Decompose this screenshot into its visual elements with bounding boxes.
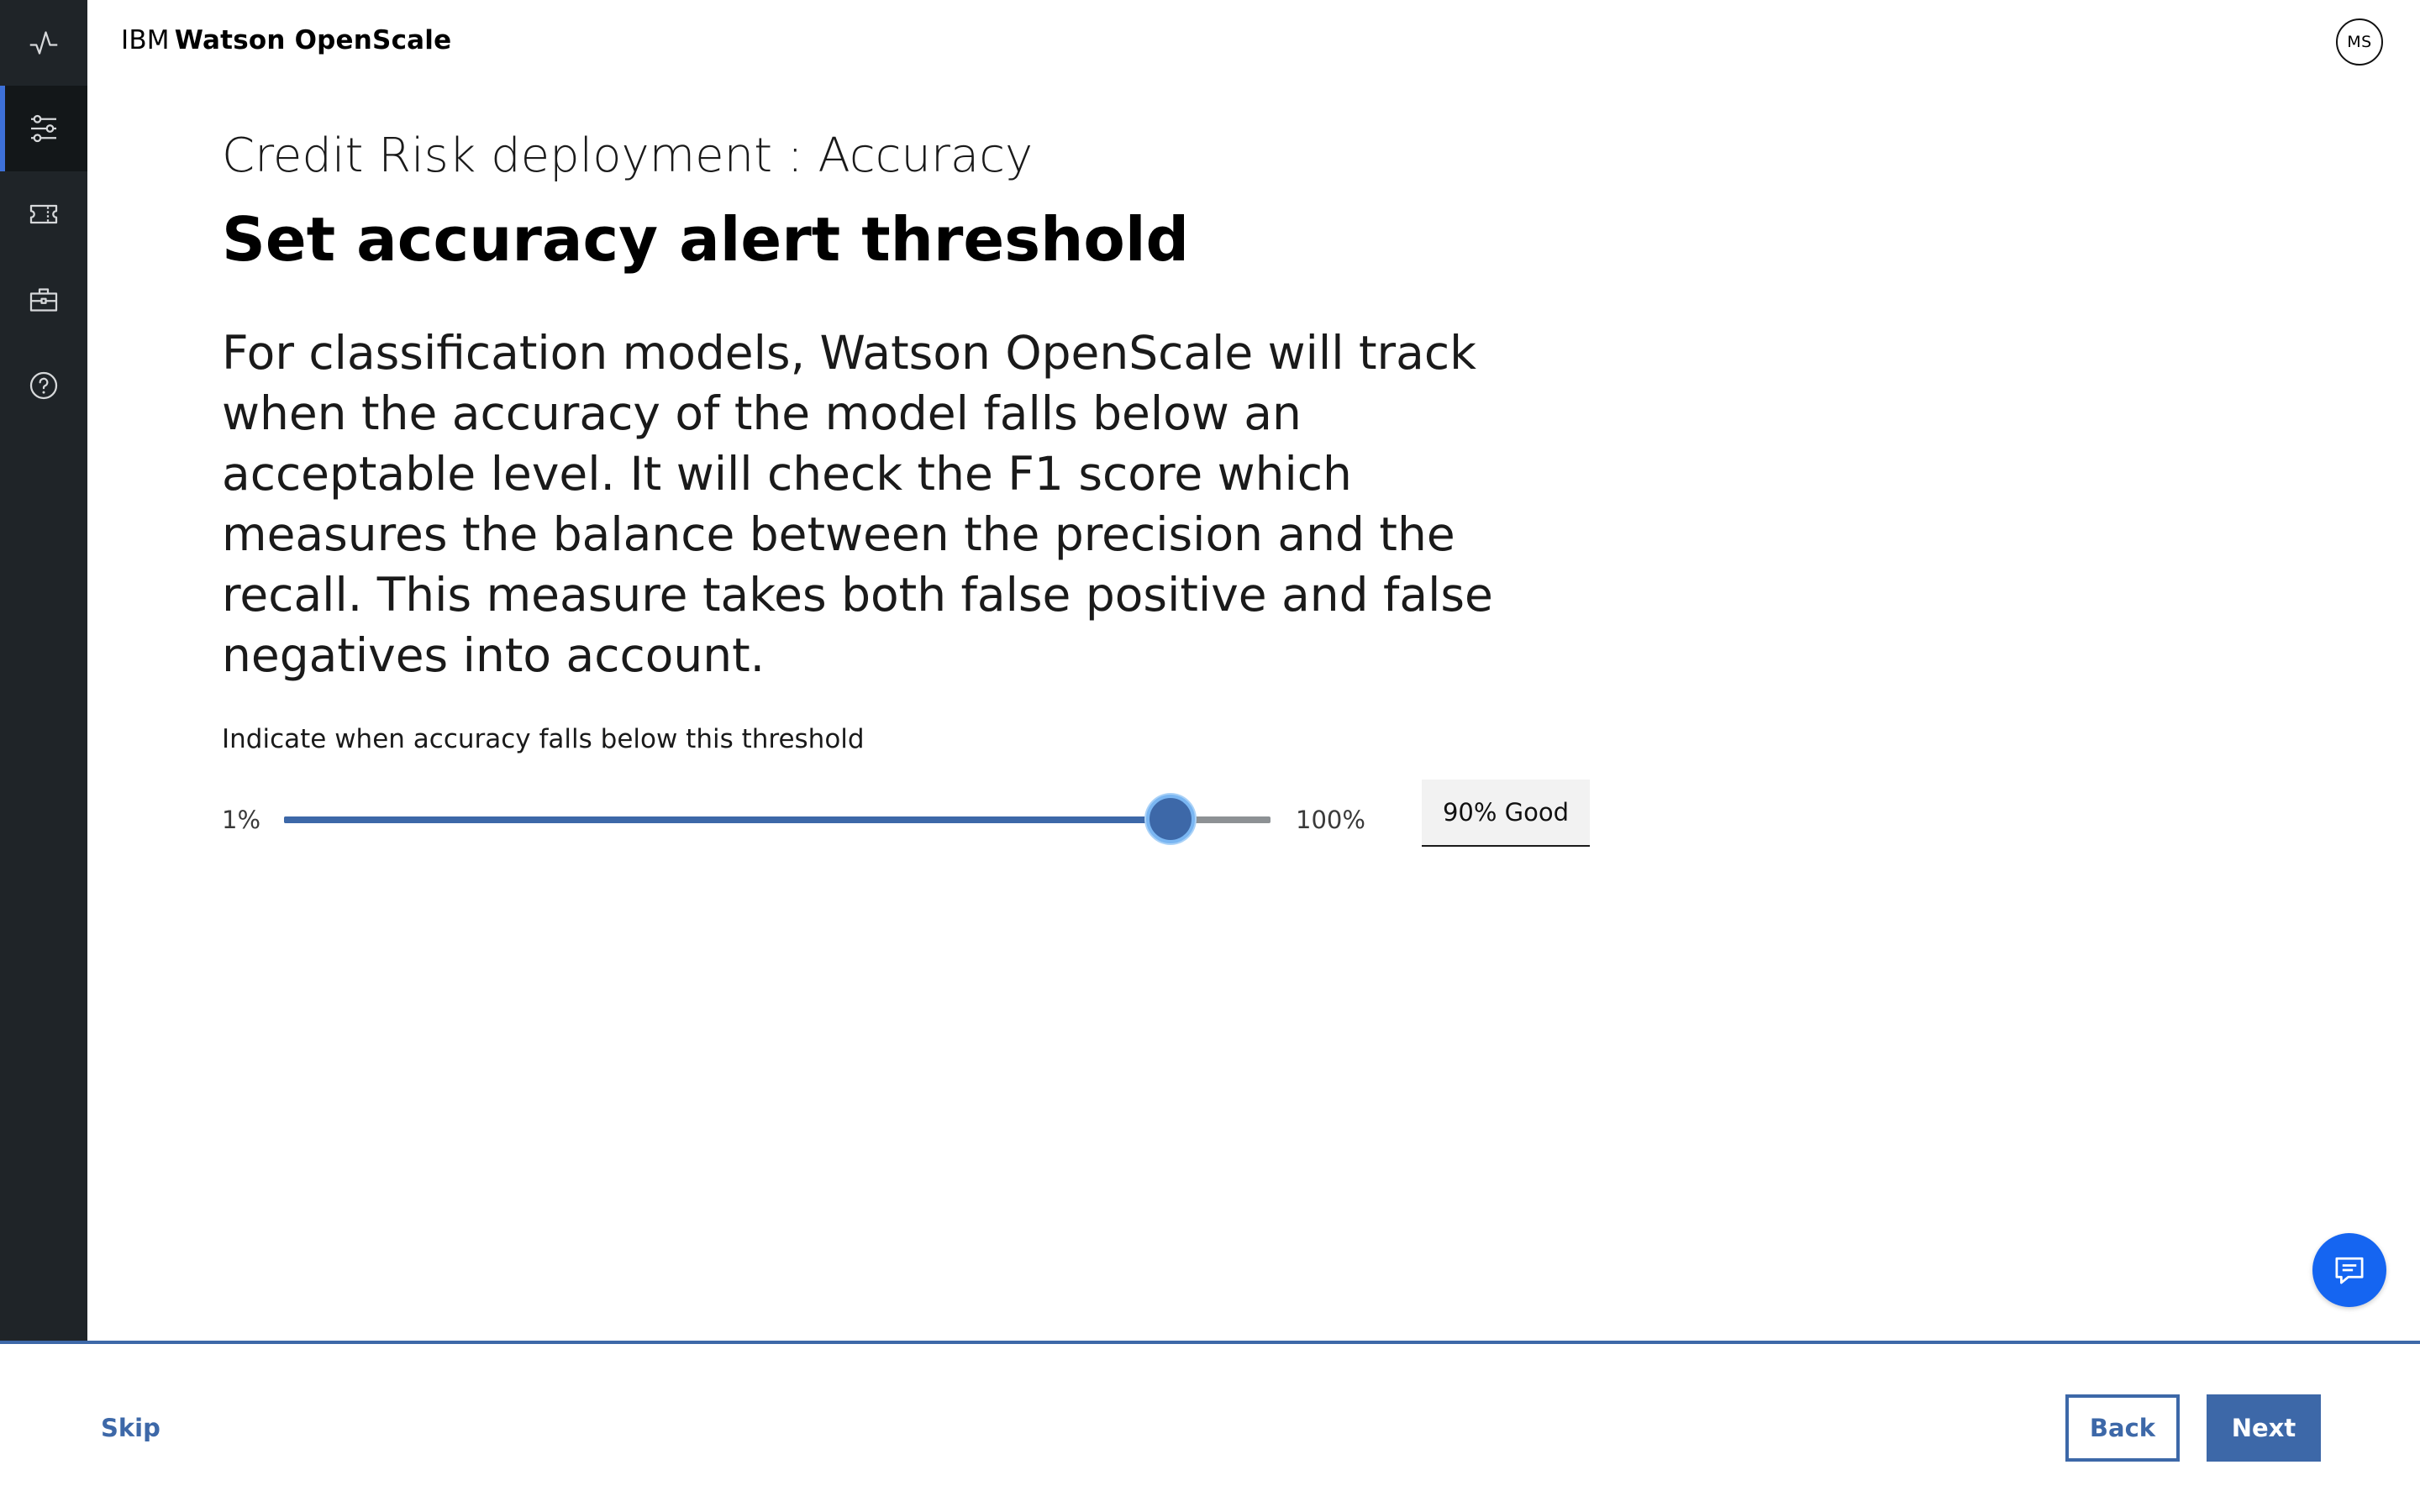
chat-button[interactable]: [2312, 1233, 2386, 1307]
slider-max-label: 100%: [1296, 806, 1365, 834]
threshold-slider-handle[interactable]: [1146, 795, 1196, 843]
sidebar-item-configure[interactable]: [0, 86, 87, 171]
app-brand: IBM Watson OpenScale: [121, 24, 451, 57]
user-avatar[interactable]: MS: [2336, 18, 2383, 66]
page-subtitle: Credit Risk deployment : Accuracy: [222, 129, 1034, 183]
ticket-icon: [29, 204, 58, 224]
sidebar-item-tools[interactable]: [0, 257, 87, 343]
next-button[interactable]: Next: [2207, 1394, 2321, 1462]
skip-link[interactable]: Skip: [101, 1411, 160, 1445]
sidebar-item-help[interactable]: [0, 343, 87, 428]
page-title: Set accuracy alert threshold: [222, 204, 1190, 275]
chat-icon: [2335, 1257, 2364, 1284]
sidebar: [0, 0, 87, 1342]
brand-prefix: IBM: [121, 25, 170, 55]
back-button[interactable]: Back: [2065, 1394, 2180, 1462]
sliders-icon: [31, 114, 56, 143]
threshold-label: Indicate when accuracy falls below this …: [222, 724, 865, 754]
activity-icon: [29, 31, 58, 55]
sidebar-item-monitor[interactable]: [0, 0, 87, 86]
sidebar-item-tickets[interactable]: [0, 171, 87, 257]
threshold-slider-fill: [284, 816, 1171, 823]
threshold-value-field[interactable]: 90% Good: [1422, 780, 1590, 847]
page-description: For classification models, Watson OpenSc…: [222, 326, 1493, 682]
threshold-slider-track[interactable]: [284, 795, 1270, 843]
brand-name: Watson OpenScale: [174, 25, 452, 55]
footer-divider: [0, 1341, 2420, 1344]
slider-min-label: 1%: [222, 806, 261, 834]
toolbox-icon: [29, 288, 58, 312]
help-icon: [29, 371, 58, 400]
